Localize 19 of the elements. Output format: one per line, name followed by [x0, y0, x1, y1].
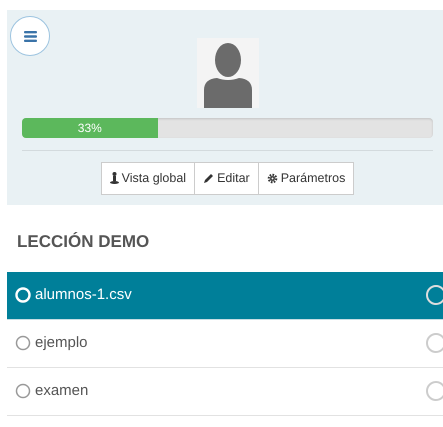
item-label: alumnos-1.csv	[35, 284, 132, 305]
item-label: examen	[35, 380, 88, 401]
action-button[interactable]: Editar	[194, 162, 259, 195]
pencil-icon	[203, 172, 214, 184]
lesson-title: LECCIÓN DEMO	[17, 231, 150, 253]
circle-icon	[15, 335, 31, 351]
circle-icon	[15, 287, 31, 303]
lesson-item[interactable]: alumnos-1.csv	[7, 272, 443, 320]
lesson-item[interactable]: examen	[7, 368, 443, 416]
lesson-item[interactable]: ejemplo	[7, 320, 443, 368]
person-icon	[110, 172, 119, 184]
action-button[interactable]: Vista global	[100, 162, 196, 195]
item-label: ejemplo	[35, 332, 88, 353]
action-button[interactable]: Parámetros	[258, 162, 354, 195]
progress-fill: 33%	[22, 118, 158, 138]
circle-icon	[15, 383, 31, 399]
menu-icon	[24, 30, 36, 42]
gear-icon	[266, 172, 278, 184]
menu-button[interactable]	[10, 16, 50, 56]
